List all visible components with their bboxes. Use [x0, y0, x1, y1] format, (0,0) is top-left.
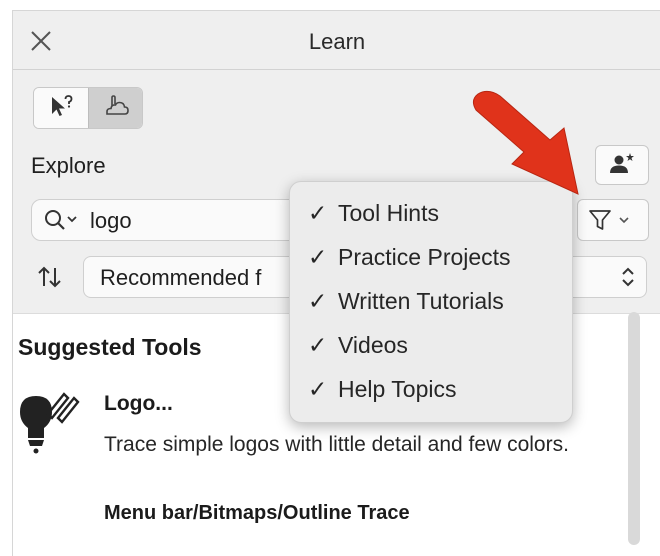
hint-mode-button[interactable] [34, 88, 88, 128]
sort-selected-value: Recommended f [100, 265, 262, 290]
pointer-help-icon [48, 94, 74, 123]
menu-item-written-tutorials[interactable]: ✓ Written Tutorials [308, 288, 504, 322]
scrollbar[interactable] [628, 312, 640, 545]
explore-label: Explore [31, 153, 106, 178]
sort-arrows-icon[interactable] [37, 265, 63, 294]
explore-mode-button[interactable] [88, 88, 142, 128]
funnel-icon [588, 209, 638, 236]
checkmark-icon: ✓ [308, 332, 328, 358]
menu-item-label: Tool Hints [338, 200, 439, 226]
menu-item-help-topics[interactable]: ✓ Help Topics [308, 376, 456, 410]
tool-name[interactable]: Logo... [104, 392, 173, 416]
filter-button[interactable] [577, 199, 649, 241]
search-value: logo [90, 208, 132, 233]
chevron-updown-icon [620, 266, 636, 293]
menu-item-label: Help Topics [338, 376, 457, 402]
checkmark-icon: ✓ [308, 244, 328, 270]
filter-dropdown-menu: ✓ Tool Hints ✓ Practice Projects ✓ Written … [289, 181, 573, 423]
checkmark-icon: ✓ [308, 288, 328, 314]
menu-item-practice-projects[interactable]: ✓ Practice Projects [308, 244, 511, 278]
menu-item-label: Practice Projects [338, 244, 511, 270]
menu-item-tool-hints[interactable]: ✓ Tool Hints [308, 200, 439, 234]
user-star-icon [608, 151, 636, 180]
tool-description: Trace simple logos with little detail an… [104, 433, 569, 456]
section-title: Suggested Tools [18, 334, 202, 360]
panel-title: Learn [308, 29, 366, 54]
bulb-trace-icon [14, 388, 84, 473]
menu-item-label: Videos [338, 332, 408, 358]
menu-item-videos[interactable]: ✓ Videos [308, 332, 408, 366]
hand-cloud-icon [103, 94, 129, 123]
mode-toggle [33, 87, 143, 129]
user-button[interactable] [595, 145, 649, 185]
checkmark-icon: ✓ [308, 376, 328, 402]
checkmark-icon: ✓ [308, 200, 328, 226]
search-icon [44, 209, 84, 236]
annotation-arrow-icon [466, 88, 590, 205]
title-bar: Learn [13, 11, 660, 70]
menu-item-label: Written Tutorials [338, 288, 504, 314]
tool-menu-path: Menu bar/Bitmaps/Outline Trace [104, 502, 410, 524]
